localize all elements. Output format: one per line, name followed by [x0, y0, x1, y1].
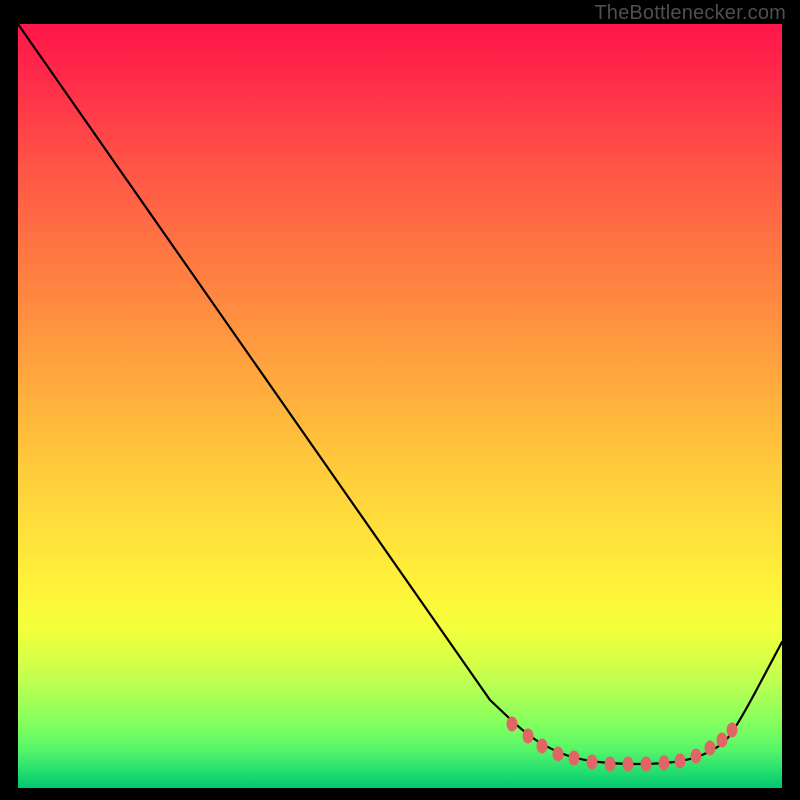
chart-frame — [18, 24, 782, 788]
curve-marker — [717, 733, 728, 748]
curve-marker — [705, 741, 716, 756]
curve-marker — [623, 757, 634, 772]
bottleneck-curve — [18, 24, 782, 764]
curve-marker — [605, 757, 616, 772]
curve-marker — [553, 747, 564, 762]
curve-marker — [675, 754, 686, 769]
curve-marker — [641, 757, 652, 772]
curve-marker — [569, 751, 580, 766]
curve-marker — [587, 755, 598, 770]
curve-marker — [659, 756, 670, 771]
curve-marker — [727, 723, 738, 738]
curve-marker — [523, 729, 534, 744]
curve-marker — [691, 749, 702, 764]
chart-svg — [18, 24, 782, 788]
attribution-label: TheBottlenecker.com — [594, 2, 786, 25]
curve-marker — [507, 717, 518, 732]
curve-marker — [537, 739, 548, 754]
